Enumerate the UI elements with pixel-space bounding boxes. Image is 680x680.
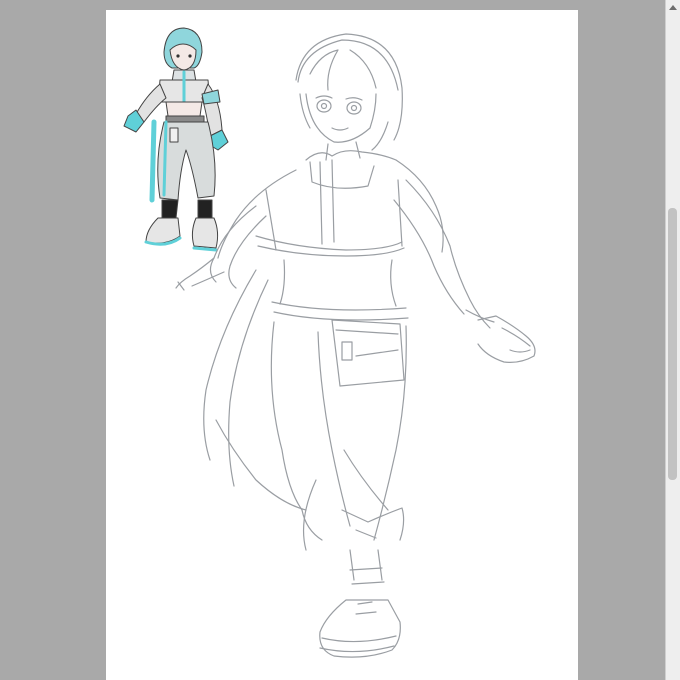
scrollbar-thumb[interactable]	[668, 208, 677, 480]
reference-character	[123, 27, 229, 252]
vertical-scrollbar[interactable]	[665, 0, 680, 680]
main-sketch	[175, 33, 536, 658]
drawing-canvas[interactable]	[106, 10, 578, 680]
artwork-layer	[123, 27, 536, 658]
drawing-workspace	[0, 0, 665, 680]
chevron-up-icon[interactable]	[666, 0, 680, 14]
